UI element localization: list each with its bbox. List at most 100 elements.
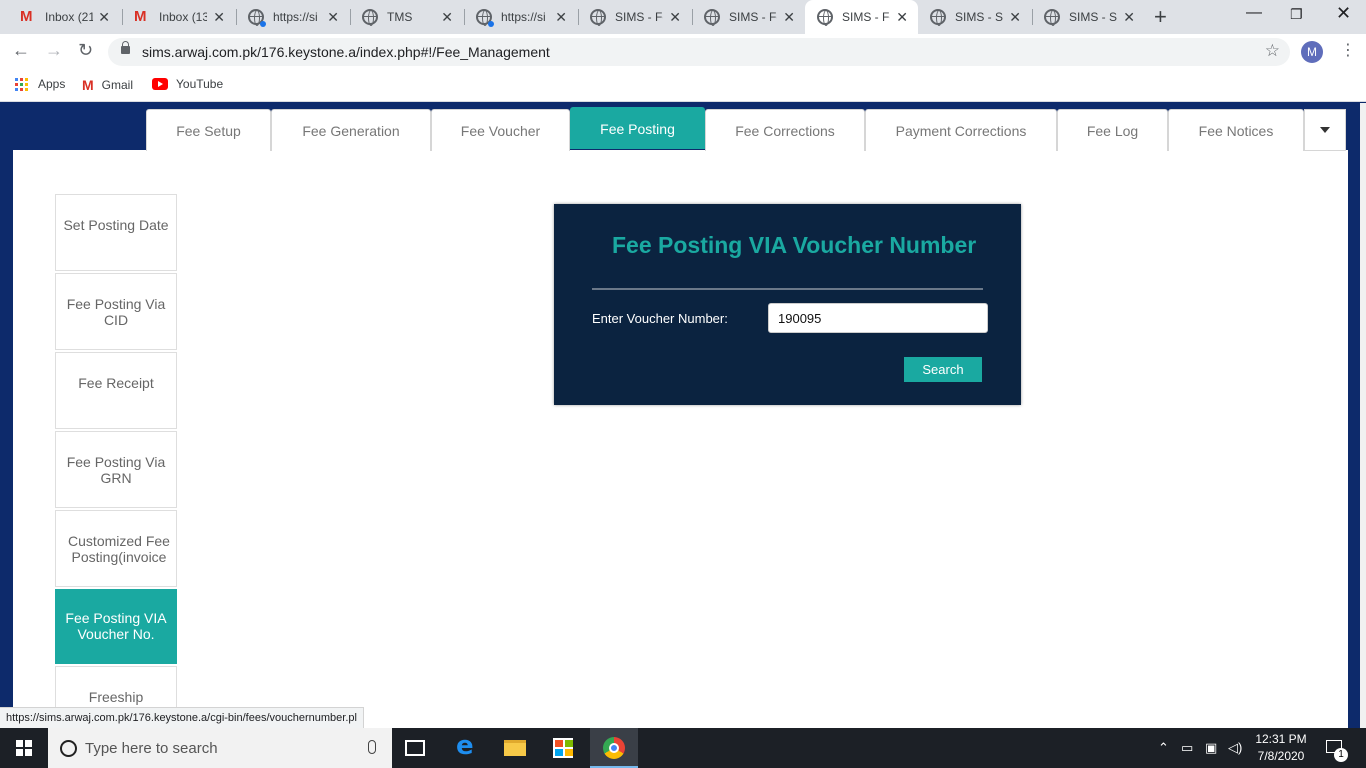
bookmark-youtube[interactable]: YouTube: [152, 77, 223, 91]
side-item-fee-posting-via-cid[interactable]: Fee Posting Via CID: [55, 273, 177, 350]
close-icon[interactable]: ✕: [1123, 9, 1135, 26]
restore-icon[interactable]: ❐: [1290, 6, 1303, 23]
windows-taskbar: Type here to search e ⌃ ▭ ▣ ◁) 12:31 PM …: [0, 728, 1366, 768]
browser-tab-title: SIMS - Fe: [729, 10, 777, 24]
network-icon[interactable]: ▣: [1205, 740, 1217, 756]
bookmark-gmail[interactable]: M Gmail: [82, 77, 133, 93]
more-tabs-dropdown[interactable]: [1304, 109, 1346, 151]
side-item-fee-posting-via-grn[interactable]: Fee Posting Via GRN: [55, 431, 177, 508]
browser-tab-title: Inbox (13: [159, 10, 207, 24]
browser-tab[interactable]: TMS ✕: [350, 0, 463, 34]
browser-tab-title: SIMS - Fe: [842, 10, 890, 24]
globe-icon: [930, 9, 946, 26]
windows-logo-icon: [16, 740, 32, 756]
minimize-icon[interactable]: —: [1246, 4, 1262, 22]
search-button[interactable]: Search: [904, 357, 982, 382]
globe-icon: [590, 9, 606, 26]
browser-tab[interactable]: M Inbox (13 ✕: [122, 0, 235, 34]
tab-fee-posting[interactable]: Fee Posting: [570, 107, 705, 149]
tab-fee-notices[interactable]: Fee Notices: [1168, 109, 1304, 151]
tab-fee-voucher[interactable]: Fee Voucher: [431, 109, 570, 151]
globe-icon: [248, 9, 266, 27]
bookmark-label: Gmail: [101, 78, 134, 92]
side-item-set-posting-date[interactable]: Set Posting Date: [55, 194, 177, 271]
tab-fee-corrections[interactable]: Fee Corrections: [705, 109, 865, 151]
url-text[interactable]: sims.arwaj.com.pk/176.keystone.a/index.p…: [142, 44, 550, 60]
chrome-icon: [603, 737, 625, 759]
volume-icon[interactable]: ◁): [1228, 740, 1242, 756]
taskbar-search-placeholder: Type here to search: [85, 739, 218, 757]
tab-payment-corrections[interactable]: Payment Corrections: [865, 109, 1057, 151]
browser-tab-active[interactable]: SIMS - Fe ✕: [805, 0, 918, 34]
content-area: Set Posting Date Fee Posting Via CID Fee…: [13, 150, 1348, 728]
forward-arrow-icon[interactable]: →: [45, 40, 63, 61]
close-icon[interactable]: ✕: [327, 9, 339, 26]
browser-tab[interactable]: https://si ✕: [464, 0, 577, 34]
task-view-icon[interactable]: [405, 740, 425, 756]
clock-time: 12:31 PM: [1255, 732, 1307, 746]
close-icon[interactable]: ✕: [783, 9, 795, 26]
globe-icon: [817, 9, 833, 26]
side-menu: Set Posting Date Fee Posting Via CID Fee…: [55, 194, 177, 728]
browser-tab-title: SIMS - Se: [1069, 10, 1117, 24]
gmail-icon: M: [20, 8, 33, 25]
globe-icon: [476, 9, 494, 27]
apps-grid-icon: [15, 77, 28, 91]
notification-count-badge: 1: [1334, 748, 1348, 762]
bookmark-label: YouTube: [176, 77, 224, 91]
browser-tab[interactable]: SIMS - St ✕: [918, 0, 1031, 34]
browser-tab[interactable]: https://si ✕: [236, 0, 349, 34]
close-icon[interactable]: ✕: [213, 9, 225, 26]
side-item-fee-posting-via-voucher[interactable]: Fee Posting VIA Voucher No.: [55, 589, 177, 664]
close-icon[interactable]: ✕: [441, 9, 453, 26]
bookmark-label: Apps: [38, 77, 66, 91]
side-item-fee-receipt[interactable]: Fee Receipt: [55, 352, 177, 429]
browser-menu-icon[interactable]: ⋮: [1340, 40, 1356, 60]
panel-title: Fee Posting VIA Voucher Number: [612, 232, 977, 258]
search-icon: [60, 739, 77, 757]
start-button[interactable]: [0, 728, 48, 768]
bookmark-apps[interactable]: Apps: [15, 77, 65, 91]
globe-icon: [704, 9, 720, 26]
edge-browser-icon[interactable]: e: [456, 731, 480, 761]
system-clock[interactable]: 12:31 PM 7/8/2020: [1252, 731, 1310, 765]
browser-tab[interactable]: SIMS - Se ✕: [1032, 0, 1145, 34]
close-icon[interactable]: ✕: [98, 9, 110, 26]
page-scrollbar-track[interactable]: [1360, 103, 1366, 728]
status-bar-url: https://sims.arwaj.com.pk/176.keystone.a…: [0, 707, 364, 728]
file-explorer-icon[interactable]: [504, 740, 526, 756]
tab-fee-setup[interactable]: Fee Setup: [146, 109, 271, 151]
voucher-number-label: Enter Voucher Number:: [592, 311, 728, 326]
page-viewport: Set Posting Date Fee Posting Via CID Fee…: [0, 103, 1360, 728]
gmail-icon: M: [82, 77, 94, 93]
fee-management-tabs: Fee Setup Fee Generation Fee Voucher Fee…: [146, 107, 1346, 151]
tab-fee-generation[interactable]: Fee Generation: [271, 109, 431, 151]
browser-tab-title: https://si: [501, 10, 546, 24]
chrome-taskbar-button[interactable]: [590, 728, 638, 768]
browser-tab[interactable]: SIMS - Fe ✕: [578, 0, 691, 34]
new-tab-plus-icon[interactable]: +: [1154, 4, 1167, 30]
side-item-customized-fee-posting[interactable]: Customized Fee Posting(invoice: [55, 510, 177, 587]
window-close-icon[interactable]: ✕: [1336, 3, 1351, 24]
globe-icon: [362, 9, 378, 26]
profile-avatar[interactable]: M: [1301, 41, 1323, 63]
microphone-icon[interactable]: [368, 740, 376, 754]
browser-tab-title: TMS: [387, 10, 413, 24]
taskbar-search-box[interactable]: Type here to search: [48, 728, 392, 768]
tab-fee-log[interactable]: Fee Log: [1057, 109, 1168, 151]
bookmark-star-icon[interactable]: ☆: [1265, 41, 1280, 61]
reload-icon[interactable]: ↻: [78, 40, 93, 61]
battery-icon[interactable]: ▭: [1181, 740, 1193, 756]
browser-tab[interactable]: SIMS - Fe ✕: [692, 0, 805, 34]
voucher-number-input[interactable]: [768, 303, 988, 333]
bookmarks-bar: Apps M Gmail YouTube: [0, 70, 1366, 102]
close-icon[interactable]: ✕: [669, 9, 681, 26]
chevron-up-icon[interactable]: ⌃: [1158, 740, 1169, 756]
browser-tab[interactable]: M Inbox (21 ✕: [8, 0, 120, 34]
store-icon[interactable]: [553, 738, 573, 758]
address-bar[interactable]: sims.arwaj.com.pk/176.keystone.a/index.p…: [108, 38, 1290, 66]
back-arrow-icon[interactable]: ←: [12, 40, 30, 61]
close-icon[interactable]: ✕: [555, 9, 567, 26]
close-icon[interactable]: ✕: [1009, 9, 1021, 26]
close-icon[interactable]: ✕: [896, 9, 908, 26]
